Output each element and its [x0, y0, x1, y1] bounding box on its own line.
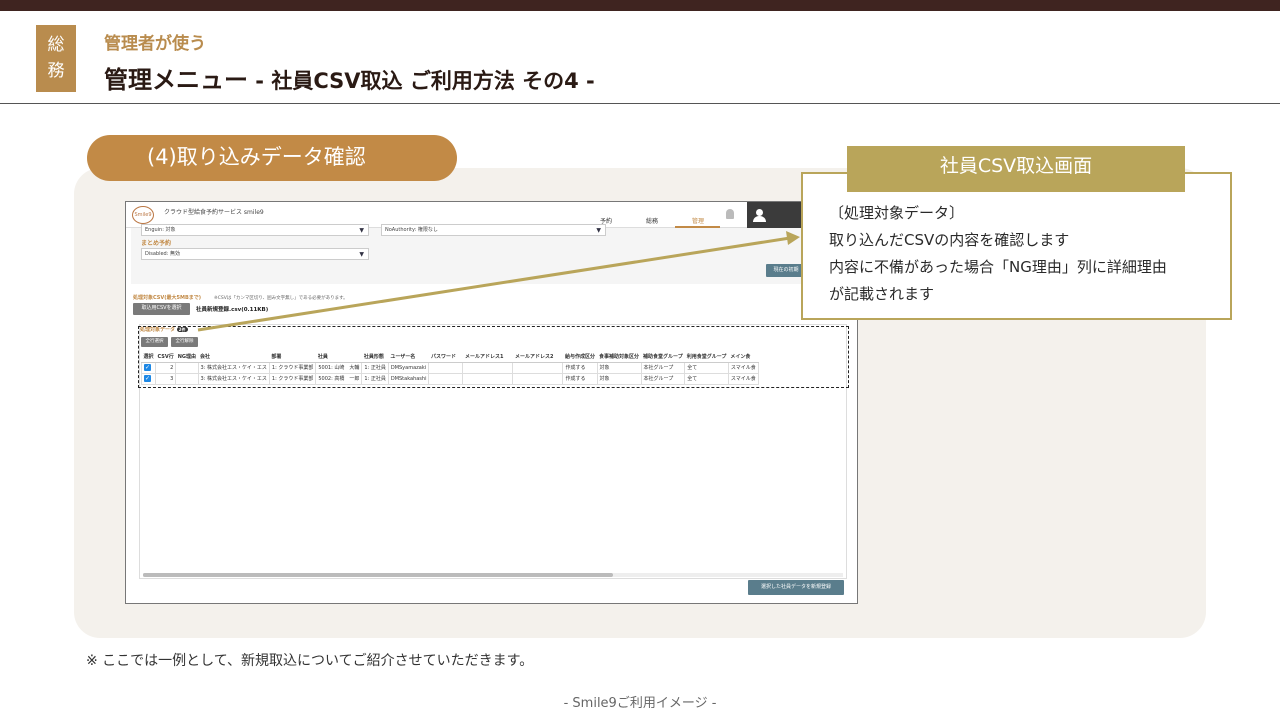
csv-note: ※CSVは「カンマ区切り、囲み文字無し」である必要があります。 [214, 296, 348, 301]
user-icon-body [753, 216, 766, 222]
callout-box: 〔処理対象データ〕 取り込んだCSVの内容を確認します 内容に不備があった場合「… [801, 172, 1232, 320]
app-name: クラウド型給食予約サービス smile9 [164, 209, 264, 216]
top-bar [0, 0, 1280, 11]
title-sub: - 社員CSV取込 ご利用方法 その4 - [248, 69, 595, 93]
footnote: ※ ここでは一例として、新規取込についてご紹介させていただきます。 [86, 653, 534, 669]
header-divider [0, 103, 1280, 104]
page-subtitle: 管理者が使う [104, 34, 206, 54]
csv-label: 処理対象CSV(最大5MBまで) [133, 295, 202, 301]
user-icon [756, 209, 763, 216]
reset-button[interactable]: 現在の初期 [766, 264, 806, 277]
badge-char-2: 務 [47, 61, 65, 81]
badge-char-1: 総 [47, 35, 65, 55]
register-selected-button[interactable]: 選択した社員データを新規登録 [748, 580, 844, 595]
callout-text: 〔処理対象データ〕 取り込んだCSVの内容を確認します 内容に不備があった場合「… [829, 200, 1167, 308]
callout-line-3: 内容に不備があった場合「NG理由」列に詳細理由 [829, 258, 1167, 276]
category-badge: 総 務 [36, 25, 76, 92]
callout-line-4: が記載されます [829, 285, 935, 303]
select-enguin[interactable]: Enguin: 対象 ▼ [141, 224, 369, 236]
app-logo: Smile9 [132, 206, 154, 224]
choose-csv-button[interactable]: 取込用CSVを選択 [133, 303, 190, 315]
credit: - Smile9ご利用イメージ - [563, 696, 717, 711]
chevron-down-icon: ▼ [359, 251, 364, 258]
user-menu[interactable] [747, 202, 803, 228]
group-reserve-label: まとめ予約 [141, 240, 172, 247]
chevron-down-icon: ▼ [359, 227, 364, 234]
page-title: 管理メニュー - 社員CSV取込 ご利用方法 その4 - [104, 60, 595, 95]
select-group-reserve-value: Disabled: 無効 [145, 251, 180, 257]
chevron-down-icon: ▼ [596, 227, 601, 234]
select-authority-value: NoAuthority: 権限なし [385, 227, 438, 233]
select-authority[interactable]: NoAuthority: 権限なし ▼ [381, 224, 606, 236]
title-main: 管理メニュー [104, 66, 248, 94]
select-group-reserve[interactable]: Disabled: 無効 ▼ [141, 248, 369, 260]
highlight-box [138, 326, 849, 388]
select-enguin-value: Enguin: 対象 [145, 227, 176, 233]
nav-admin[interactable]: 管理 [692, 216, 704, 225]
nav-general[interactable]: 総務 [646, 216, 658, 225]
callout-line-2: 取り込んだCSVの内容を確認します [829, 231, 1070, 249]
callout-line-1: 〔処理対象データ〕 [829, 204, 965, 222]
callout-heading: 社員CSV取込画面 [847, 146, 1185, 192]
step-label: (4)取り込みデータ確認 [87, 135, 457, 181]
bell-icon[interactable] [726, 209, 734, 219]
app-screenshot: Smile9 クラウド型給食予約サービス smile9 予約 総務 管理 Eng… [125, 201, 858, 604]
horizontal-scrollbar[interactable] [143, 573, 843, 577]
scrollbar-thumb[interactable] [143, 573, 613, 577]
settings-form: Enguin: 対象 ▼ NoAuthority: 権限なし ▼ まとめ予約 Dis… [131, 224, 851, 284]
file-name: 社員新規登録.csv(0.11KB) [196, 307, 269, 313]
